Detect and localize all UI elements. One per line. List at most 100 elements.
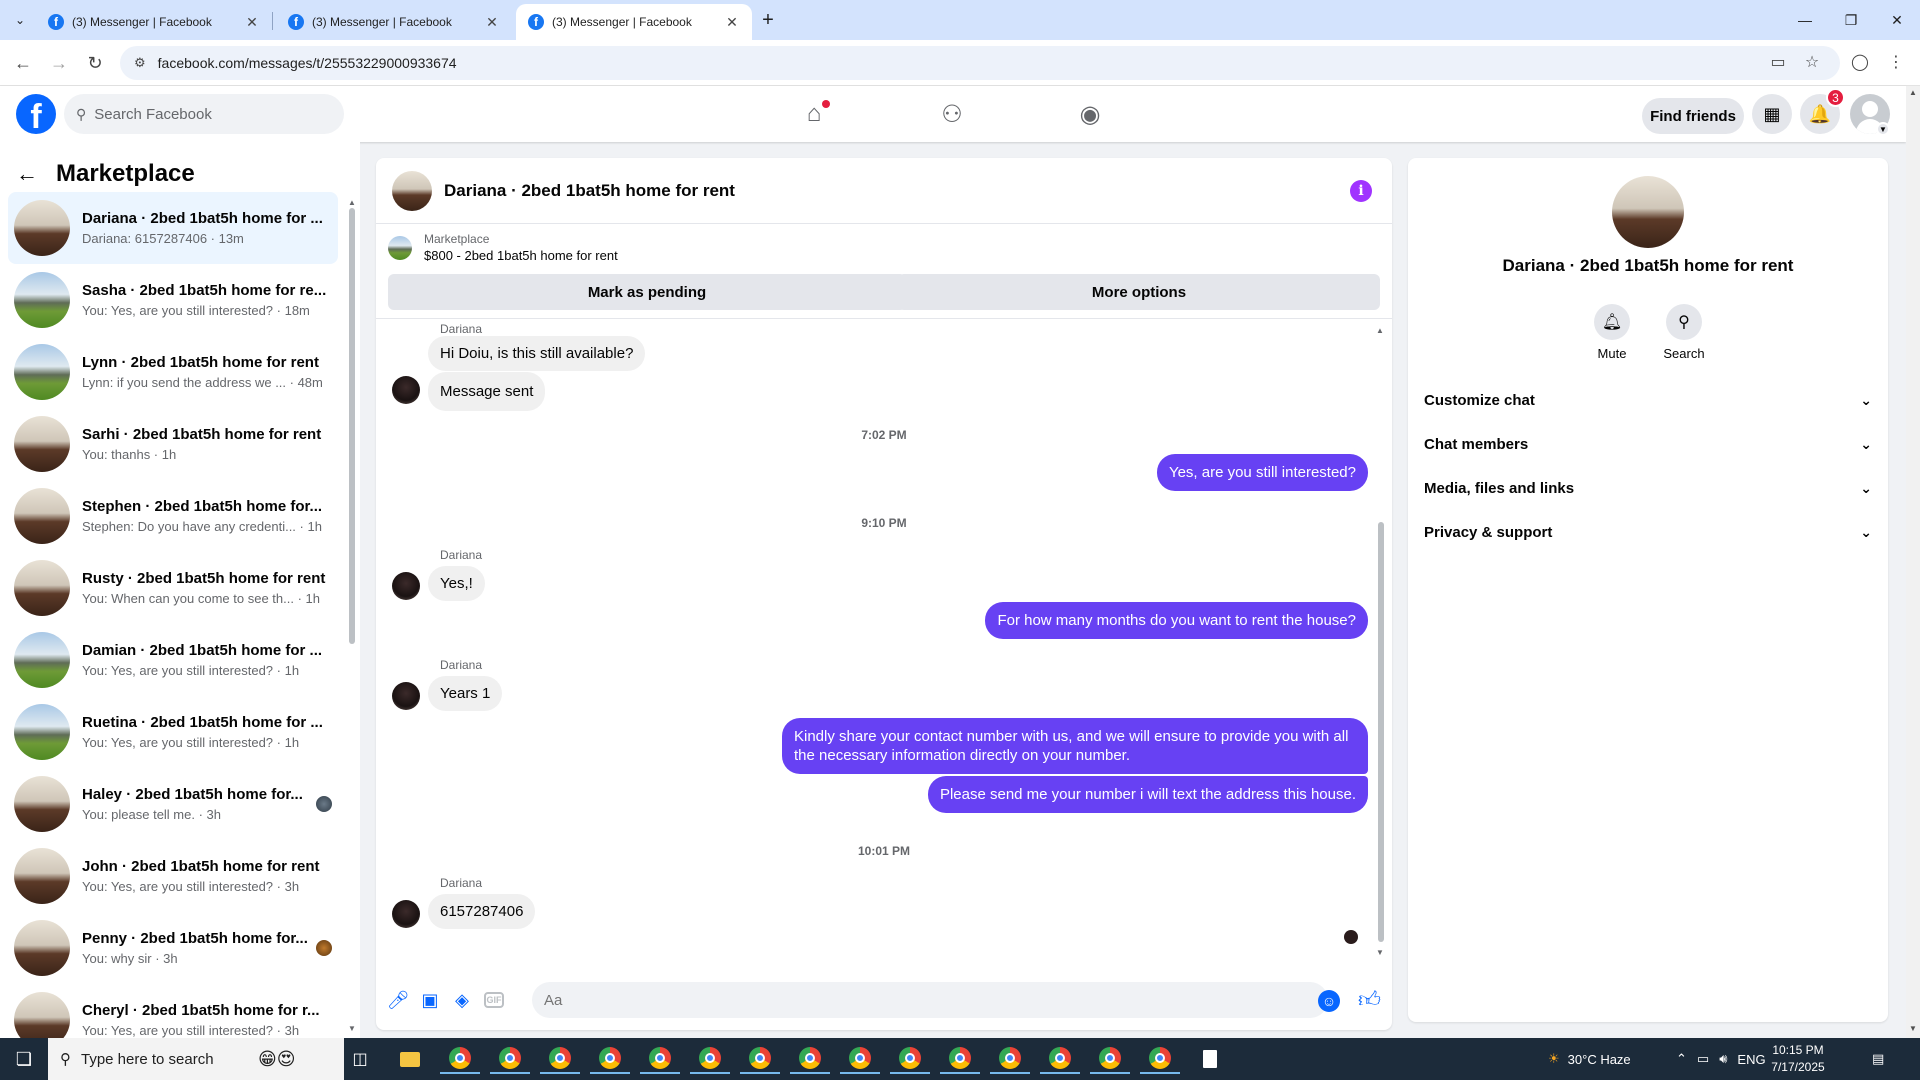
scroll-up-icon[interactable]: ▲ [348,198,356,207]
bell-icon[interactable]: 🔔︎ [1594,304,1630,340]
sender-avatar[interactable] [392,682,420,710]
incoming-message[interactable]: Yes,! [428,566,485,601]
notification-center-icon[interactable]: ▤ [1872,1038,1884,1080]
more-options-button[interactable]: More options [898,274,1380,310]
browser-tab-2[interactable]: f (3) Messenger | Facebook ✕ [276,4,512,40]
sender-avatar[interactable] [392,900,420,928]
bookmark-star-icon[interactable]: ☆ [1796,46,1828,78]
sender-avatar[interactable] [392,572,420,600]
close-tab-icon[interactable]: ✕ [484,14,500,31]
facebook-search-input[interactable]: ⚲ Search Facebook [64,94,344,134]
page-scrollbar[interactable]: ▲ ▼ [1906,86,1920,1038]
conversation-item-sarhi[interactable]: Sarhi · 2bed 1bat5h home for rent You: t… [8,408,338,480]
windows-start-icon[interactable]: ❏ [0,1038,48,1080]
conversation-item-john[interactable]: John · 2bed 1bat5h home for rent You: Ye… [8,840,338,912]
browser-tab-3-active[interactable]: f (3) Messenger | Facebook ✕ [516,4,752,40]
conversation-item-haley[interactable]: Haley · 2bed 1bat5h home for... You: ple… [8,768,338,840]
chrome-taskbar-icon[interactable] [1090,1044,1130,1074]
facebook-logo-icon[interactable]: f [16,94,56,134]
site-info-icon[interactable]: ⚙ [134,55,146,71]
find-friends-button[interactable]: Find friends [1642,98,1744,134]
microphone-icon[interactable]: 🎤︎ [386,988,410,1012]
chrome-taskbar-icon[interactable] [790,1044,830,1074]
groups-nav-icon[interactable]: ◉ [1034,86,1146,142]
volume-icon[interactable]: 🔊︎ [1719,1051,1727,1067]
outgoing-message[interactable]: For how many months do you want to rent … [985,602,1368,639]
media-files-links-section[interactable]: Media, files and links ⌄ [1424,466,1872,510]
conversation-item-cheryl[interactable]: Cheryl · 2bed 1bat5h home for r... You: … [8,984,338,1038]
scroll-up-icon[interactable]: ▲ [1376,326,1384,335]
incoming-message[interactable]: Hi Doiu, is this still available? [428,336,646,371]
taskbar-search-box[interactable]: ⚲ Type here to search 😁😍 [48,1038,344,1080]
conversation-avatar[interactable] [1612,176,1684,248]
minimize-window-icon[interactable]: — [1782,0,1828,40]
home-nav-icon[interactable]: ⌂ [758,86,870,142]
chat-scrollbar[interactable]: ▲ ▼ [1376,326,1386,958]
conversation-item-damian[interactable]: Damian · 2bed 1bat5h home for ... You: Y… [8,624,338,696]
chat-title[interactable]: Dariana · 2bed 1bat5h home for rent [444,181,735,201]
incoming-message[interactable]: Message sent [428,372,546,411]
chrome-taskbar-icon[interactable] [540,1044,580,1074]
sidebar-scrollbar[interactable]: ▲ ▼ [348,198,356,1034]
mute-action[interactable]: 🔔︎ Mute [1582,304,1642,361]
chrome-taskbar-icon[interactable] [890,1044,930,1074]
gif-icon[interactable]: GIF [482,988,506,1012]
conversation-item-lynn[interactable]: Lynn · 2bed 1bat5h home for rent Lynn: i… [8,336,338,408]
conversation-item-dariana[interactable]: Dariana · 2bed 1bat5h home for ... Daria… [8,192,338,264]
message-input[interactable] [532,982,1328,1018]
marketplace-listing-summary[interactable]: Marketplace $800 - 2bed 1bat5h home for … [388,232,618,263]
sticker-icon[interactable]: ◈ [450,988,474,1012]
browser-menu-icon[interactable]: ⋮ [1880,46,1912,78]
outgoing-message[interactable]: Please send me your number i will text t… [927,776,1368,813]
conversation-item-ruetina[interactable]: Ruetina · 2bed 1bat5h home for ... You: … [8,696,338,768]
incoming-message[interactable]: Years 1 [428,676,503,711]
weather-widget[interactable]: ☀ 30°C Haze [1548,1038,1631,1080]
search-icon[interactable]: ⚲ [1666,304,1702,340]
chrome-taskbar-icon[interactable] [690,1044,730,1074]
new-tab-icon[interactable]: + [756,8,780,32]
network-icon[interactable]: ▭ [1697,1051,1709,1067]
back-arrow-icon[interactable]: ← [8,48,38,78]
chevron-down-icon[interactable]: ▼ [1876,122,1890,136]
close-tab-icon[interactable]: ✕ [244,14,260,31]
taskbar-clock[interactable]: 10:15 PM 7/17/2025 [1748,1042,1848,1076]
chrome-taskbar-icon[interactable] [940,1044,980,1074]
chrome-taskbar-icon[interactable] [490,1044,530,1074]
scrollbar-thumb[interactable] [349,208,355,644]
reload-icon[interactable]: ↻ [80,48,110,78]
chrome-taskbar-icon[interactable] [990,1044,1030,1074]
back-arrow-icon[interactable]: ← [16,161,40,187]
conversation-item-sasha[interactable]: Sasha · 2bed 1bat5h home for re... You: … [8,264,338,336]
conversation-item-penny[interactable]: Penny · 2bed 1bat5h home for... You: why… [8,912,338,984]
chrome-taskbar-icon[interactable] [590,1044,630,1074]
chat-members-section[interactable]: Chat members ⌄ [1424,422,1872,466]
info-icon[interactable]: i [1350,180,1372,202]
search-action[interactable]: ⚲ Search [1654,304,1714,361]
chrome-taskbar-icon[interactable] [740,1044,780,1074]
emoji-icon[interactable]: ☺ [1318,990,1340,1012]
chrome-taskbar-icon[interactable] [1040,1044,1080,1074]
tab-search-chevron-icon[interactable]: ⌄ [8,8,32,32]
chrome-taskbar-icon[interactable] [440,1044,480,1074]
document-taskbar-icon[interactable] [1190,1044,1230,1074]
conversation-item-rusty[interactable]: Rusty · 2bed 1bat5h home for rent You: W… [8,552,338,624]
friends-nav-icon[interactable]: ⚇ [896,86,1008,142]
file-explorer-icon[interactable] [390,1044,430,1074]
scroll-down-icon[interactable]: ▼ [1909,1024,1917,1033]
chrome-taskbar-icon[interactable] [1140,1044,1180,1074]
mark-as-pending-button[interactable]: Mark as pending [388,274,906,310]
install-app-icon[interactable]: ▭ [1762,46,1794,78]
scroll-down-icon[interactable]: ▼ [348,1024,356,1033]
outgoing-message[interactable]: Kindly share your contact number with us… [782,718,1368,774]
profile-icon[interactable]: ◯ [1844,46,1876,78]
attach-photo-icon[interactable]: ▣ [418,988,442,1012]
scrollbar-thumb[interactable] [1378,522,1384,942]
incoming-message[interactable]: 6157287406 [428,894,536,929]
chat-avatar[interactable] [392,170,432,211]
customize-chat-section[interactable]: Customize chat ⌄ [1424,378,1872,422]
conversation-item-stephen[interactable]: Stephen · 2bed 1bat5h home for... Stephe… [8,480,338,552]
outgoing-message[interactable]: Yes, are you still interested? [1156,454,1368,491]
restore-window-icon[interactable]: ❐ [1828,0,1874,40]
privacy-support-section[interactable]: Privacy & support ⌄ [1424,510,1872,554]
task-view-icon[interactable]: ◫ [340,1044,380,1074]
